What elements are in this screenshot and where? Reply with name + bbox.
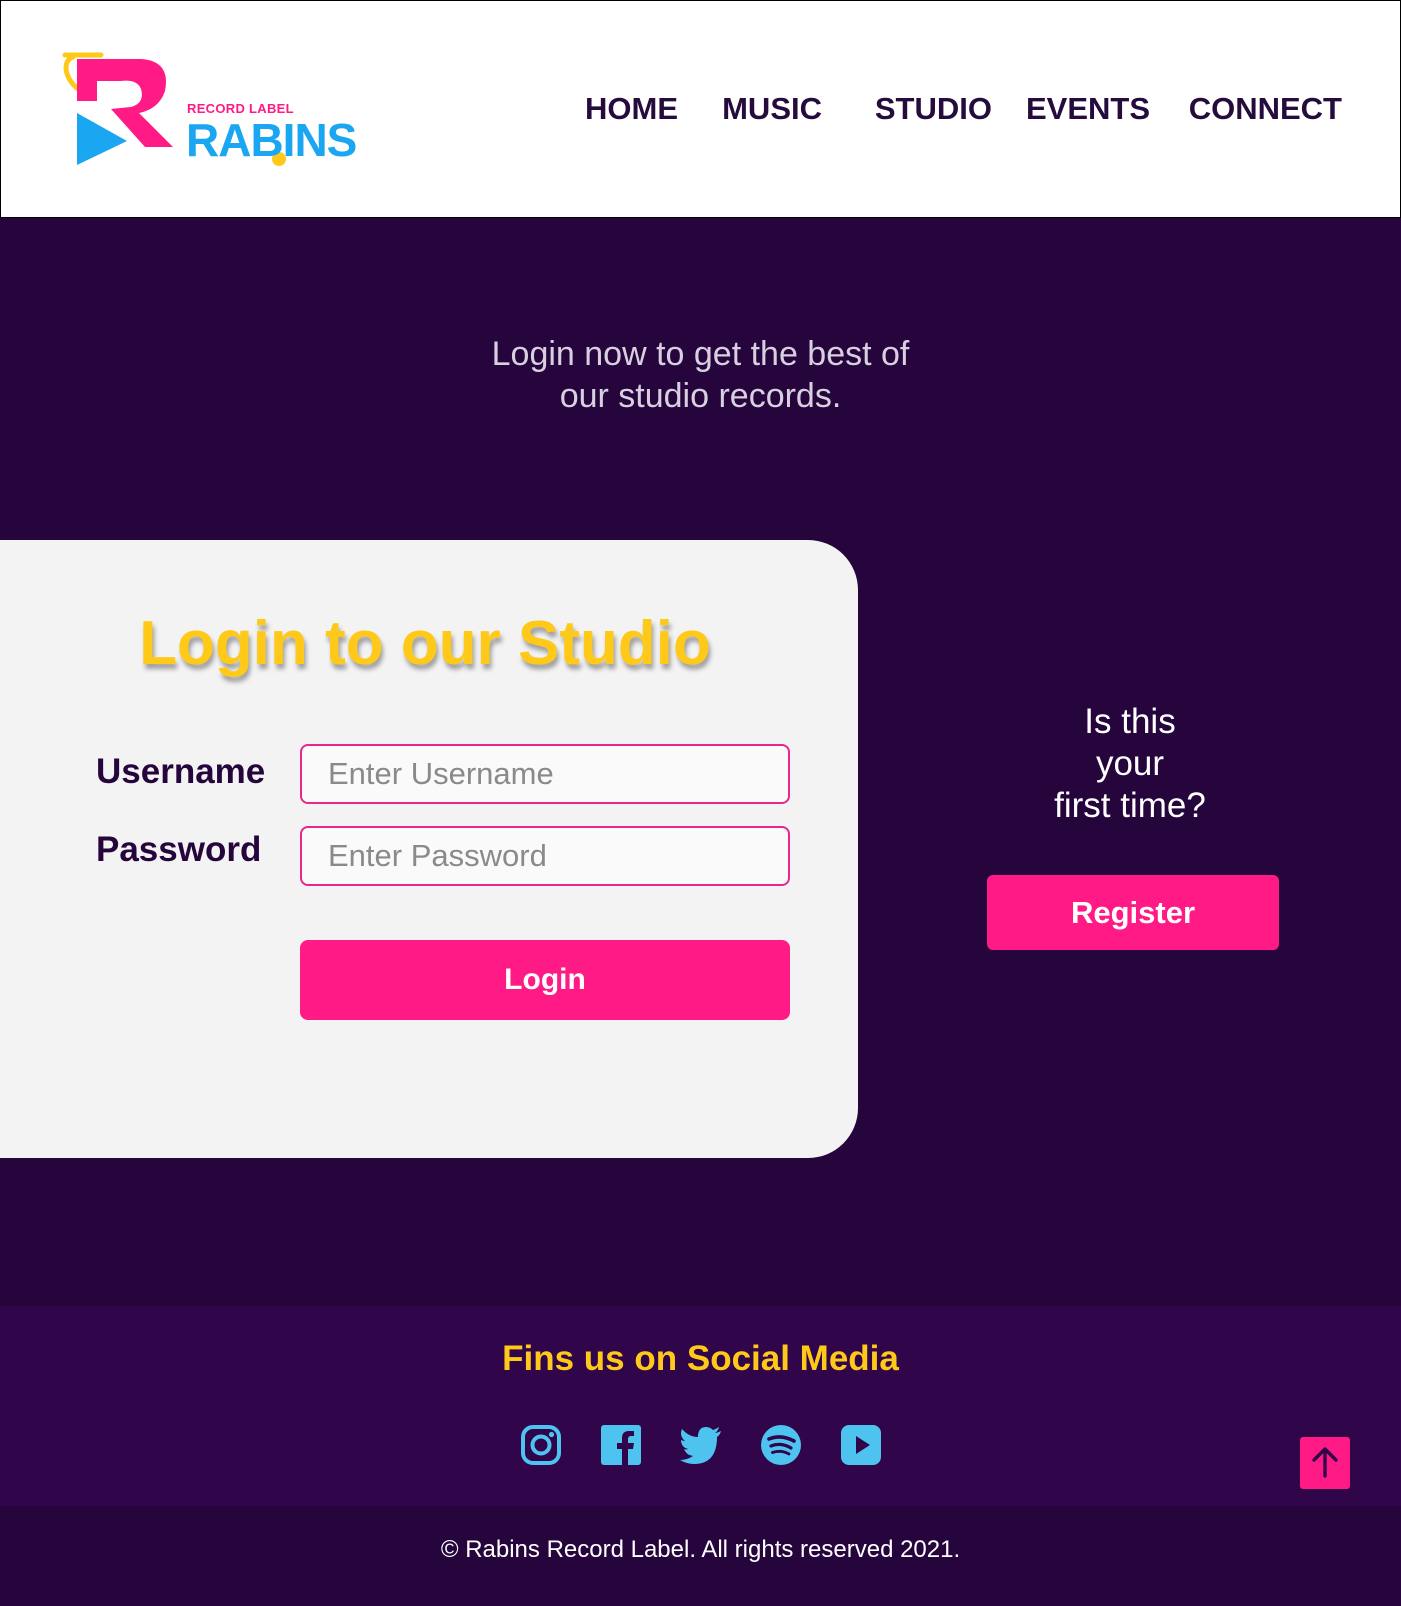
arrow-up-icon [1312,1447,1338,1478]
social-title: Fins us on Social Media [502,1339,899,1378]
social-footer: Fins us on Social Media [0,1306,1401,1506]
brand-logo[interactable]: RECORD LABEL RABINS [61,51,361,176]
username-label: Username [96,752,266,791]
nav-connect[interactable]: CONNECT [1189,91,1342,127]
prompt-line-3: first time? [1054,786,1206,825]
prompt-line-2: your [1095,744,1165,783]
scroll-top-button[interactable] [1300,1437,1350,1489]
nav-studio[interactable]: STUDIO [875,91,992,127]
intro-text: Login now to get the best of our studio … [0,333,1401,417]
register-button[interactable]: Register [987,875,1279,950]
nav-events[interactable]: EVENTS [1026,91,1150,127]
prompt-line-1: Is this [1084,702,1176,741]
instagram-icon[interactable] [518,1422,564,1468]
youtube-icon[interactable] [838,1422,884,1468]
username-input[interactable] [300,744,790,804]
page: RECORD LABEL RABINS HOME MUSIC STUDIO EV… [0,0,1401,1606]
password-input[interactable] [300,826,790,886]
first-time-prompt: Is this your first time? [990,701,1270,827]
social-icons [0,1422,1401,1468]
spotify-icon[interactable] [758,1422,804,1468]
login-card: Login to our Studio Username Password Lo… [0,540,858,1158]
login-title: Login to our Studio [139,609,711,678]
copyright-text: © Rabins Record Label. All rights reserv… [440,1536,961,1563]
intro-line-2: our studio records. [559,377,842,415]
twitter-icon[interactable] [678,1422,724,1468]
logo-brand-text: RABINS [186,114,357,166]
nav-home[interactable]: HOME [585,91,678,127]
login-button[interactable]: Login [300,940,790,1020]
password-label: Password [96,830,262,869]
copyright-bar: © Rabins Record Label. All rights reserv… [0,1506,1401,1606]
main-section: Login now to get the best of our studio … [0,218,1401,1306]
intro-line-1: Login now to get the best of [491,335,910,373]
site-header: RECORD LABEL RABINS HOME MUSIC STUDIO EV… [0,0,1401,218]
nav-music[interactable]: MUSIC [722,91,822,127]
facebook-icon[interactable] [598,1422,644,1468]
